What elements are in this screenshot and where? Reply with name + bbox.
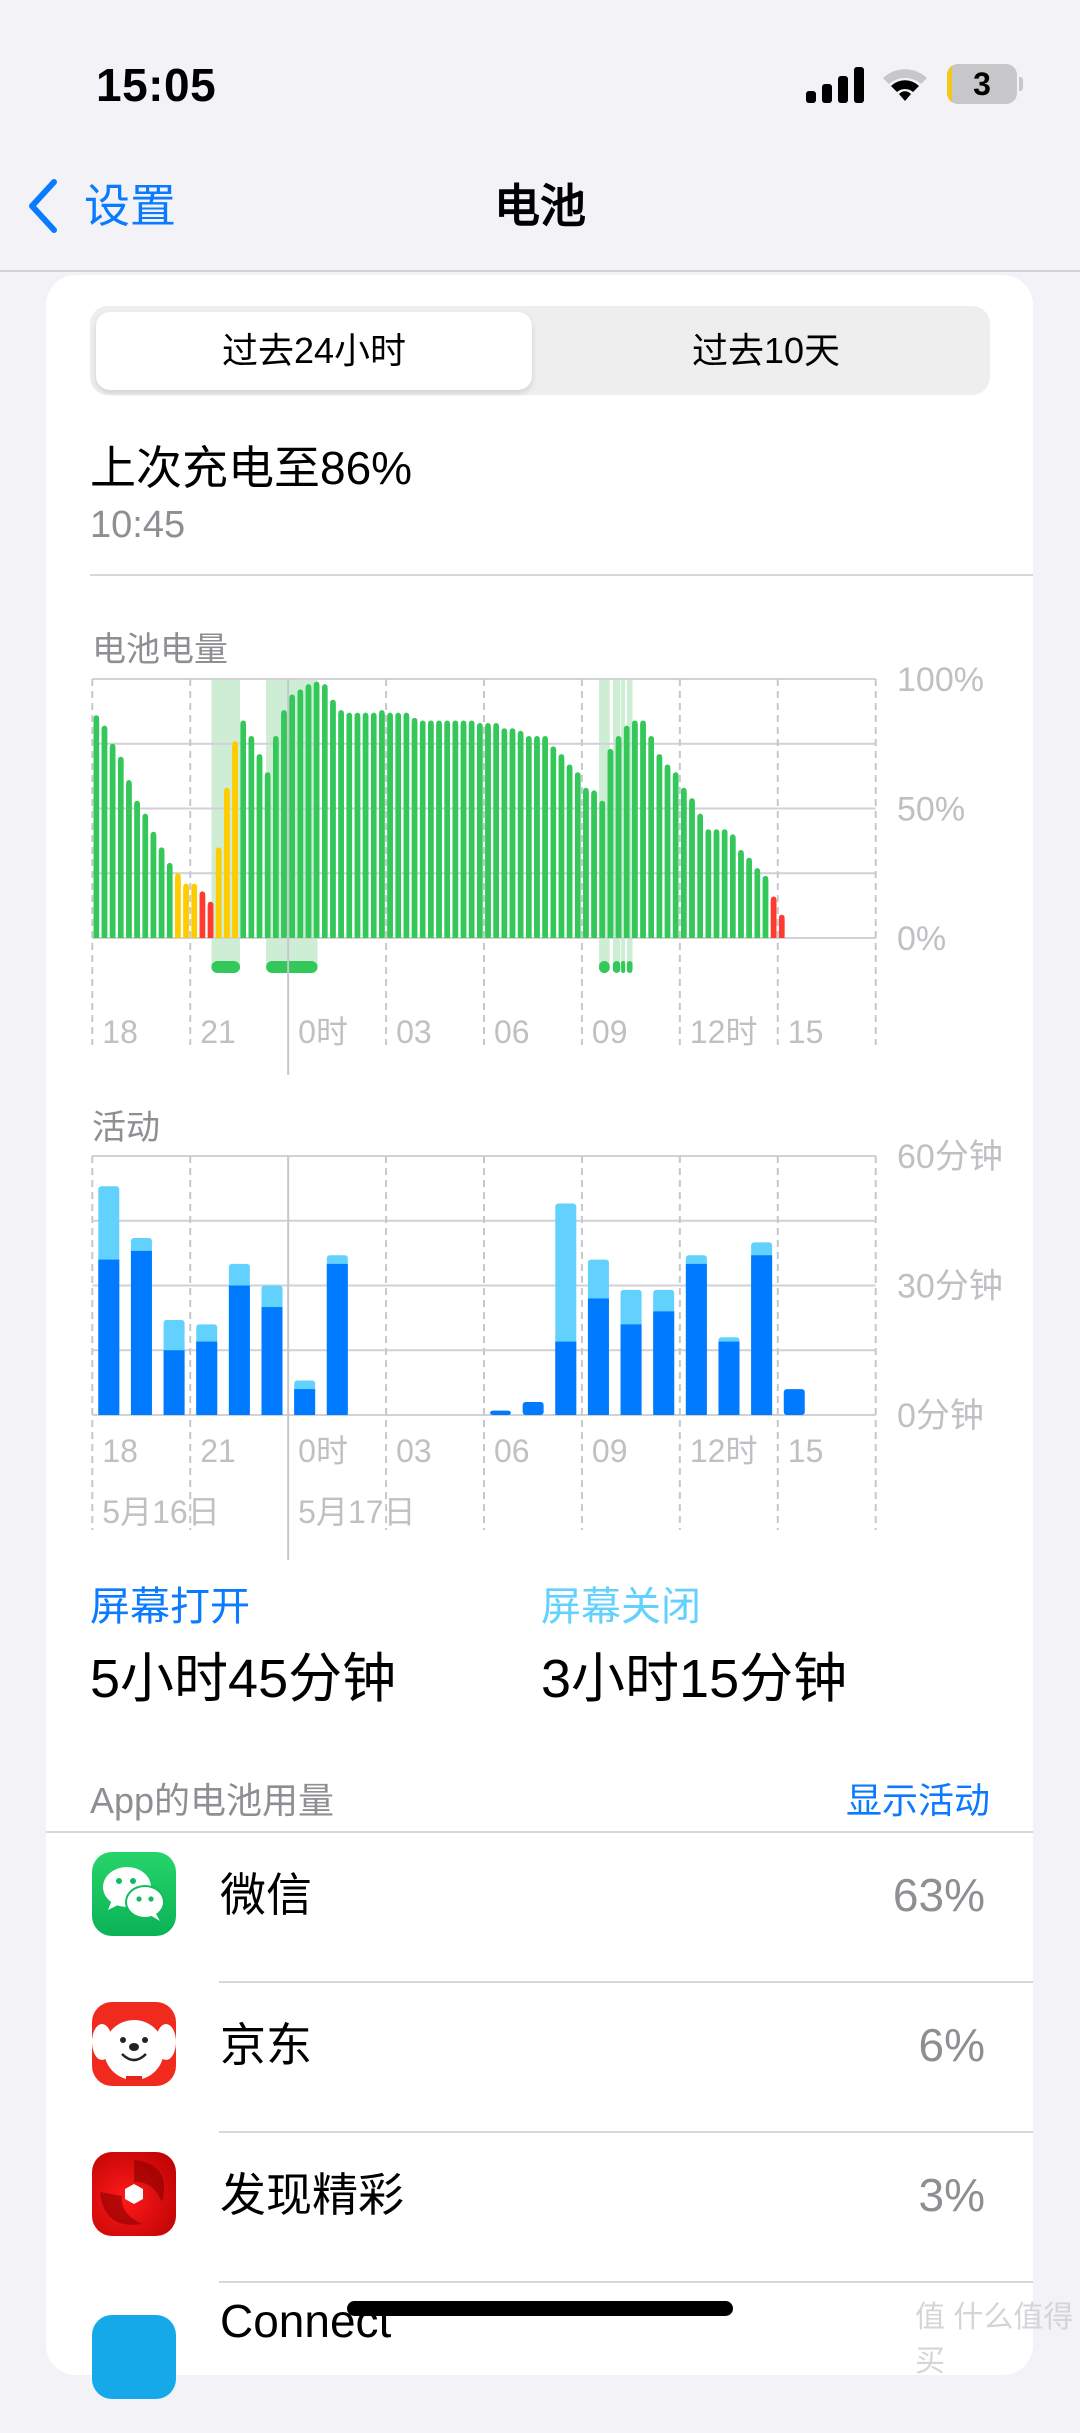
show-activity-button[interactable]: 显示活动 [846,1772,990,1824]
app-row-discover[interactable]: 发现精彩 3% [46,2133,1033,2283]
x-tick-label: 0时 [298,1433,348,1469]
screen-on-bar [294,1389,316,1415]
home-indicator[interactable] [347,2301,733,2316]
x-tick-label: 12时 [690,1433,758,1469]
screen-on-bar [751,1255,773,1415]
app-row-wechat[interactable]: 微信 63% [46,1833,1033,1983]
y-tick-label: 30分钟 [897,1268,1003,1306]
screen-on-value: 5小时45分钟 [90,1649,397,1709]
screen-on-bar [326,1263,348,1415]
jd-icon [92,2002,176,2086]
date-label: 5月16日 [102,1494,219,1530]
screen-on-bar [228,1285,250,1415]
app-percent: 63% [892,1869,985,1921]
app-name: 发现精彩 [220,2169,404,2221]
connect-icon [92,2315,176,2399]
wechat-icon [92,1852,176,1936]
screen-off-value: 3小时15分钟 [541,1649,848,1709]
x-tick-label: 09 [592,1433,628,1469]
x-tick-label: 18 [102,1433,138,1469]
date-label: 5月17日 [298,1494,415,1530]
y-tick-label: 60分钟 [897,1138,1003,1176]
x-tick-label: 15 [788,1433,824,1469]
x-tick-label: 03 [396,1433,432,1469]
app-name: Connect [220,2295,392,2347]
discover-icon [92,2152,176,2236]
x-tick-label: 06 [494,1433,530,1469]
screen-on-bar [718,1341,740,1415]
watermark: 值 什么值得买 [915,2301,1074,2378]
screen-on-bar [98,1259,120,1415]
app-battery-usage-header: App的电池用量 [90,1780,335,1821]
app-name: 京东 [220,2019,312,2071]
app-name: 微信 [220,1869,312,1921]
screen-on-bar [130,1250,152,1415]
screen-on-bar [620,1324,642,1415]
app-percent: 3% [918,2169,985,2221]
screen-on-bar [522,1402,544,1415]
screen-on-bar [783,1389,805,1415]
activity-chart: 18 21 0时 03 06 09 12时 15 60分钟 30分钟 0分钟 5月16日 5月17日 [91,1138,1003,1560]
screen-on-bar [261,1307,283,1415]
screen-on-bar [587,1298,609,1415]
screen-off-label: 屏幕关闭 [541,1585,701,1629]
screen-on-bar [196,1341,218,1415]
screen-on-label: 屏幕打开 [90,1585,250,1629]
app-percent: 6% [918,2019,985,2071]
y-tick-label: 0分钟 [897,1397,984,1435]
screen-on-bar [555,1341,577,1415]
x-tick-label: 21 [200,1433,236,1469]
screen-on-bar [685,1263,707,1415]
app-row-jd[interactable]: 京东 6% [46,1983,1033,2133]
screen-on-bar [490,1410,511,1415]
screen-on-bar [653,1311,675,1415]
screen-on-bar [163,1350,185,1415]
